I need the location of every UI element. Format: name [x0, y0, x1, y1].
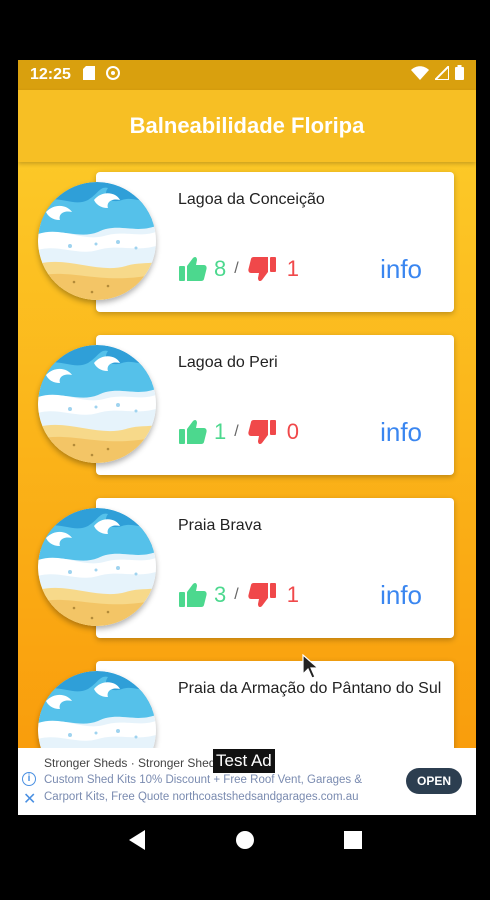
vote-separator: /: [234, 423, 239, 440]
beach-name: Lagoa do Peri: [178, 354, 278, 371]
thumbs-up-icon[interactable]: [178, 582, 208, 608]
beach-wave-icon: [38, 182, 156, 300]
thumbs-down-count: 1: [286, 582, 299, 607]
sd-card-icon: [82, 65, 95, 85]
ad-text[interactable]: Custom Shed Kits 10% Discount + Free Roo…: [44, 772, 392, 806]
thumbs-down-icon[interactable]: [247, 582, 277, 608]
beach-list[interactable]: Lagoa da Conceição 8 / 1 info Lagoa do P…: [18, 162, 476, 748]
phone-screen: 12:25 Balneabilidade Floripa Lagoa da Co…: [18, 60, 476, 815]
sync-icon: [105, 65, 121, 86]
battery-icon: [455, 65, 464, 85]
recents-icon[interactable]: [343, 830, 363, 855]
beach-card[interactable]: Lagoa da Conceição 8 / 1 info: [18, 162, 476, 312]
thumbs-down-count: 1: [286, 256, 299, 281]
info-link[interactable]: info: [380, 254, 422, 285]
ad-close-icon[interactable]: ✕: [23, 792, 36, 808]
info-link[interactable]: info: [380, 417, 422, 448]
thumbs-up-count: 3: [214, 582, 227, 607]
ad-banner[interactable]: Stronger Sheds · Stronger Sheds Test Ad …: [18, 748, 476, 815]
votes-row: 3 / 1: [178, 582, 299, 608]
thumbs-down-icon[interactable]: [247, 419, 277, 445]
beach-wave-icon: [38, 345, 156, 463]
app-bar: Balneabilidade Floripa: [18, 90, 476, 162]
ad-info-icon[interactable]: i: [22, 772, 36, 786]
wifi-icon: [411, 65, 429, 85]
beach-card[interactable]: Praia da Armação do Pântano do Sul: [18, 651, 476, 748]
home-icon[interactable]: [235, 830, 255, 855]
status-time: 12:25: [30, 66, 71, 83]
votes-row: 8 / 1: [178, 256, 299, 282]
beach-wave-icon: [38, 508, 156, 626]
app-title: Balneabilidade Floripa: [129, 113, 365, 138]
vote-separator: /: [234, 260, 239, 277]
thumbs-up-count: 1: [214, 419, 227, 444]
thumbs-down-count: 0: [286, 419, 299, 444]
votes-row: 1 / 0: [178, 419, 299, 445]
ad-open-button[interactable]: OPEN: [406, 768, 462, 794]
back-icon[interactable]: [127, 829, 147, 856]
thumbs-down-icon[interactable]: [247, 256, 277, 282]
cursor-icon: [302, 653, 320, 685]
thumbs-up-count: 8: [214, 256, 227, 281]
test-ad-label: Test Ad: [213, 749, 275, 773]
beach-name: Praia Brava: [178, 517, 262, 534]
thumbs-up-icon[interactable]: [178, 419, 208, 445]
info-link[interactable]: info: [380, 580, 422, 611]
vote-separator: /: [234, 586, 239, 603]
status-icons: [411, 63, 464, 85]
ad-headline[interactable]: Stronger Sheds · Stronger Sheds: [44, 756, 221, 770]
beach-name: Lagoa da Conceição: [178, 191, 325, 208]
thumbs-up-icon[interactable]: [178, 256, 208, 282]
beach-card[interactable]: Lagoa do Peri 1 / 0 info: [18, 325, 476, 475]
beach-card[interactable]: Praia Brava 3 / 1 info: [18, 488, 476, 638]
cell-signal-icon: [432, 63, 450, 85]
status-bar: 12:25: [18, 60, 476, 90]
navigation-bar: [0, 815, 490, 870]
